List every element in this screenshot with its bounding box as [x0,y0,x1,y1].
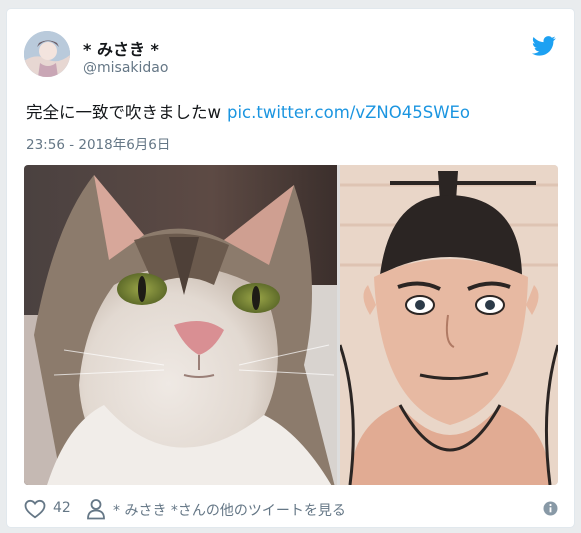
twitter-bird-icon[interactable] [532,36,556,56]
tweet-card: * みさき * @misakidao 完全に一致で吹きましたw pic.twitt… [6,8,575,528]
user-handle[interactable]: @misakidao [83,60,168,76]
tweet-body: 完全に一致で吹きましたw [26,103,221,122]
tweet-text: 完全に一致で吹きましたw pic.twitter.com/vZNO45SWEo [26,99,470,123]
media-link[interactable]: pic.twitter.com/vZNO45SWEo [227,103,470,122]
more-tweets-link[interactable]: * みさき *さんの他のツイートを見る [113,500,346,520]
display-name[interactable]: * みさき * [83,36,159,60]
heart-icon[interactable] [24,499,46,519]
tweet-media[interactable] [24,165,558,485]
like-count[interactable]: 42 [53,500,71,516]
cat-photo[interactable] [24,165,337,485]
user-avatar[interactable] [24,31,70,77]
info-icon[interactable] [543,501,558,516]
illustrated-man[interactable] [338,165,558,485]
person-icon[interactable] [86,498,106,520]
action-bar: 42 * みさき *さんの他のツイートを見る [24,497,558,521]
tweet-timestamp[interactable]: 23:56 - 2018年6月6日 [26,133,170,153]
